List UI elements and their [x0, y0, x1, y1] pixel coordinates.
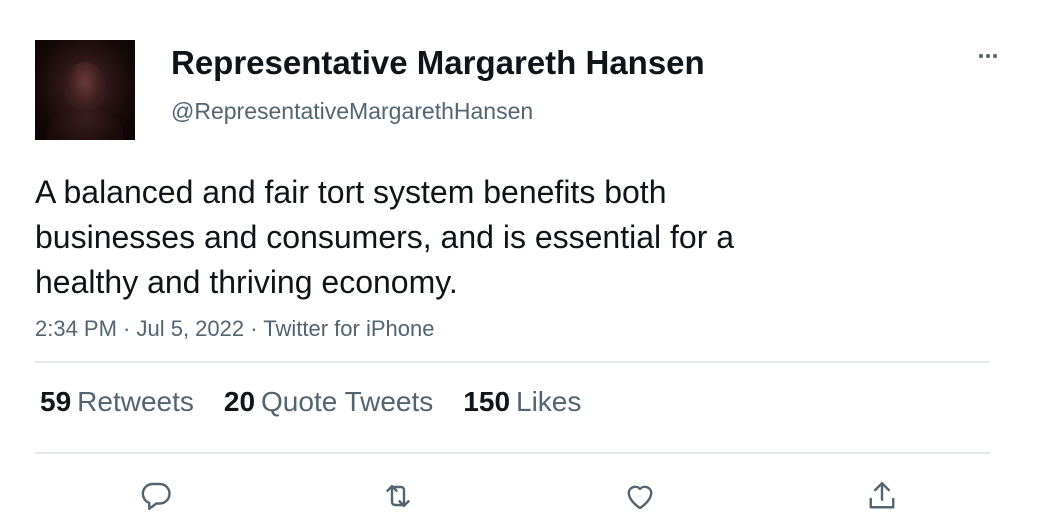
author-display-name[interactable]: Representative Margareth Hansen [171, 44, 705, 82]
share-icon [869, 482, 895, 509]
tweet-text: A balanced and fair tort system benefits… [35, 174, 735, 300]
likes-label: Likes [516, 386, 582, 417]
avatar-shoulders [47, 110, 123, 140]
more-dot [986, 54, 990, 58]
reply-icon [141, 482, 171, 510]
retweets-stat[interactable]: 59 Retweets [40, 386, 194, 418]
tweet-timestamp-source[interactable]: 2:34 PM · Jul 5, 2022 · Twitter for iPho… [35, 316, 434, 342]
more-dot [979, 54, 983, 58]
retweet-icon [386, 485, 410, 507]
retweets-label: Retweets [77, 386, 194, 417]
like-button[interactable] [620, 476, 660, 516]
heart-icon [627, 485, 653, 510]
more-options-icon[interactable] [972, 44, 1004, 68]
avatar[interactable] [35, 40, 135, 140]
retweet-button[interactable] [378, 476, 418, 516]
tweet-detail: Representative Margareth Hansen @Represe… [0, 0, 1050, 525]
author-handle[interactable]: @RepresentativeMargarethHansen [171, 98, 533, 125]
retweets-count: 59 [40, 386, 72, 417]
tweet-action-bar [0, 476, 1050, 516]
likes-count: 150 [463, 386, 511, 417]
quote-tweets-stat[interactable]: 20 Quote Tweets [224, 386, 433, 418]
divider [35, 452, 990, 454]
divider [35, 361, 990, 363]
quote-tweets-count: 20 [223, 386, 256, 417]
more-dot [993, 54, 997, 58]
avatar-face [65, 62, 105, 112]
reply-button[interactable] [136, 476, 176, 516]
engagement-stats: 59 Retweets 20 Quote Tweets 150 Likes [40, 386, 581, 418]
likes-stat[interactable]: 150 Likes [463, 386, 581, 418]
quote-tweets-label: Quote Tweets [261, 386, 434, 417]
share-button[interactable] [862, 476, 902, 516]
